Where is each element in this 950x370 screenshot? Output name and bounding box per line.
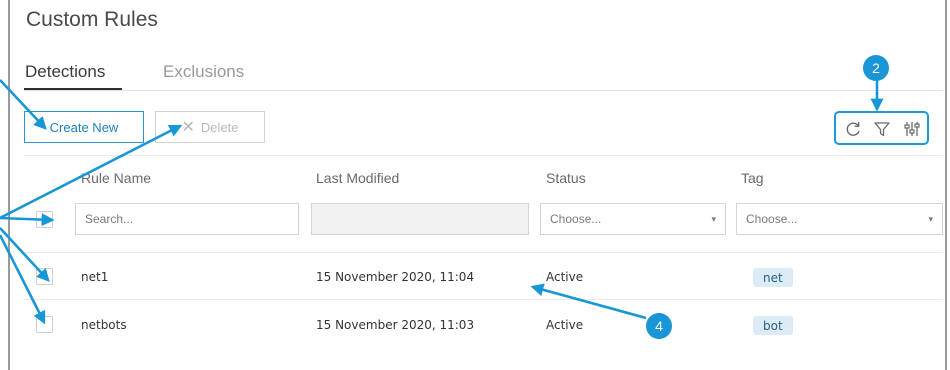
table-toolbar [834,111,929,145]
create-new-label: Create New [49,119,119,135]
column-settings-icon[interactable] [903,120,921,138]
column-header-rule-name[interactable]: Rule Name [81,170,151,186]
annotation-marker: 4 [646,313,672,339]
column-header-last-modified[interactable]: Last Modified [316,170,399,186]
toolbar-divider [24,155,943,156]
delete-button[interactable]: ✕ Delete [155,111,265,143]
tag-filter-select[interactable]: Choose... ▾ [736,203,943,235]
column-header-tag[interactable]: Tag [741,170,764,186]
row-divider [24,252,943,253]
last-modified-cell: 15 November 2020, 11:03 [316,318,475,332]
status-filter-select[interactable]: Choose... ▾ [540,203,726,235]
status-cell: Active [546,318,584,332]
delete-label: Delete [200,119,239,135]
tag-badge: bot [753,316,793,335]
row-divider [24,299,943,300]
rule-name-search-input[interactable]: Search... [75,203,299,235]
status-filter-value: Choose... [550,212,602,226]
tag-filter-value: Choose... [746,212,798,226]
rule-name-cell[interactable]: netbots [81,318,127,332]
chevron-down-icon: ▾ [928,214,933,224]
rule-name-cell[interactable]: net1 [81,270,108,284]
last-modified-cell: 15 November 2020, 11:04 [316,270,475,284]
status-cell: Active [546,270,584,284]
close-icon: ✕ [181,119,195,136]
search-placeholder: Search... [85,212,134,226]
filter-icon[interactable] [873,120,891,138]
tab-detections[interactable]: Detections [25,62,105,82]
column-header-status[interactable]: Status [546,170,586,186]
row-checkbox[interactable] [36,316,53,333]
tabs-divider [24,90,943,91]
last-modified-filter[interactable] [311,203,529,235]
create-new-button[interactable]: Create New [24,111,144,143]
row-checkbox[interactable] [36,268,53,285]
select-all-checkbox[interactable] [36,211,53,228]
page-title: Custom Rules [26,8,158,31]
chevron-down-icon: ▾ [711,214,716,224]
annotation-marker: 2 [863,55,889,81]
tab-exclusions[interactable]: Exclusions [163,62,244,82]
refresh-icon[interactable] [844,120,862,138]
tag-badge: net [753,268,793,287]
